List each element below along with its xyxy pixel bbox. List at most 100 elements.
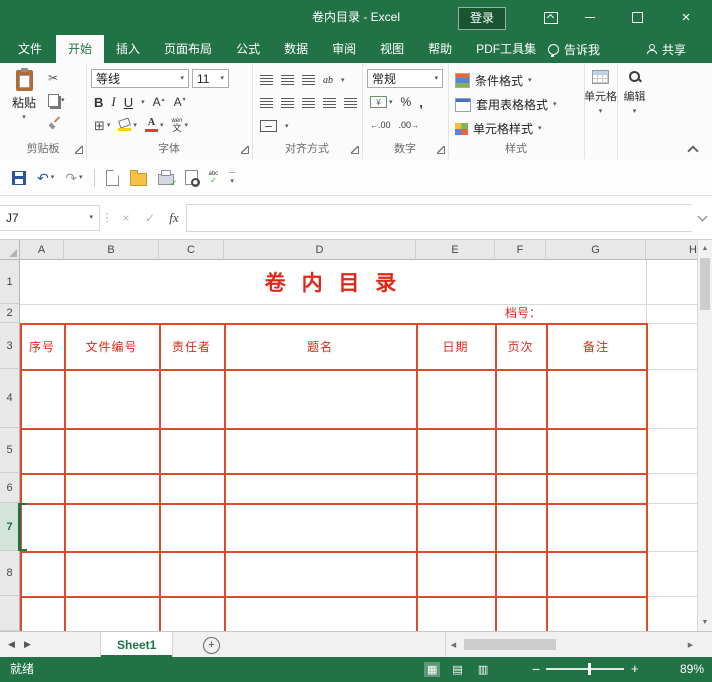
format-as-table-button[interactable]: 套用表格格式 ▾: [455, 95, 557, 114]
horizontal-scrollbar[interactable]: ◀ ▶: [445, 632, 698, 657]
table-header-cell[interactable]: 文件编号: [64, 323, 159, 369]
scroll-up-icon[interactable]: ▲: [698, 240, 712, 256]
vertical-scrollbar[interactable]: ▲ ▼: [697, 240, 712, 631]
expand-formula-bar-button[interactable]: [692, 205, 712, 231]
underline-button[interactable]: U: [124, 95, 133, 110]
document-title-cell[interactable]: 卷 内 目 录: [20, 260, 646, 304]
row-header-3[interactable]: 3: [0, 323, 20, 369]
cancel-button[interactable]: ×: [114, 205, 138, 231]
tab-insert[interactable]: 插入: [104, 35, 152, 63]
tab-data[interactable]: 数据: [272, 35, 320, 63]
row-header-4[interactable]: 4: [0, 369, 20, 428]
save-button[interactable]: [12, 170, 26, 185]
table-header-cell[interactable]: 题名: [224, 323, 416, 369]
phonetic-guide-button[interactable]: wén 文 ▾: [171, 118, 188, 133]
column-header-g[interactable]: G: [546, 240, 646, 260]
zoom-slider-thumb[interactable]: [588, 663, 591, 675]
new-document-button[interactable]: [105, 169, 119, 186]
file-number-cell[interactable]: 档号：: [495, 304, 646, 323]
vertical-scrollbar-thumb[interactable]: [700, 258, 710, 310]
decrease-indent-button[interactable]: [323, 98, 336, 108]
table-header-cell[interactable]: 责任者: [159, 323, 224, 369]
cells-button[interactable]: 单元格 ▾: [584, 70, 617, 115]
number-format-combo[interactable]: 常规 ▾: [367, 69, 443, 88]
tab-formulas[interactable]: 公式: [224, 35, 272, 63]
tab-page-layout[interactable]: 页面布局: [152, 35, 224, 63]
merge-center-icon[interactable]: [260, 120, 277, 132]
customize-qat-button[interactable]: — ▾: [229, 170, 235, 185]
table-header-cell[interactable]: 序号: [20, 323, 64, 369]
tab-view[interactable]: 视图: [368, 35, 416, 63]
row-header-2[interactable]: 2: [0, 304, 20, 323]
format-painter-button[interactable]: [48, 115, 61, 129]
sheet-tab-sheet1[interactable]: Sheet1: [100, 632, 174, 657]
print-preview-button[interactable]: [184, 170, 200, 187]
alignment-dialog-launcher-icon[interactable]: [351, 146, 359, 154]
scroll-right-icon[interactable]: ▶: [683, 632, 698, 657]
row-header-9[interactable]: [0, 596, 20, 631]
tell-me-button[interactable]: 告诉我: [548, 35, 600, 63]
ribbon-display-options-button[interactable]: [534, 0, 568, 35]
tab-pdf-tools[interactable]: PDF工具集: [464, 35, 548, 63]
zoom-level[interactable]: 89%: [680, 657, 704, 682]
decrease-decimal-button[interactable]: .00→: [399, 120, 420, 130]
collapse-ribbon-button[interactable]: [687, 144, 699, 157]
row-header-8[interactable]: 8: [0, 551, 20, 596]
normal-view-button[interactable]: ▦: [424, 662, 441, 677]
formula-input[interactable]: [186, 203, 692, 232]
column-header-b[interactable]: B: [64, 240, 159, 260]
table-header-cell[interactable]: 日期: [416, 323, 495, 369]
table-header-cell[interactable]: 备注: [546, 323, 646, 369]
tab-help[interactable]: 帮助: [416, 35, 464, 63]
tab-home[interactable]: 开始: [56, 35, 105, 63]
sign-in-button[interactable]: 登录: [458, 7, 506, 30]
clipboard-dialog-launcher-icon[interactable]: [75, 146, 83, 154]
italic-button[interactable]: I: [111, 94, 115, 110]
column-header-a[interactable]: A: [20, 240, 64, 260]
sheet-grid[interactable]: A B C D E F G H 1 2 3 4 5 6 7 8 卷 内 目 录 …: [0, 240, 697, 631]
row-header-5[interactable]: 5: [0, 428, 20, 473]
increase-indent-button[interactable]: [344, 98, 357, 108]
accounting-format-button[interactable]: ¥ ▾: [370, 95, 393, 109]
zoom-out-button[interactable]: −: [532, 657, 540, 682]
zoom-slider[interactable]: [546, 663, 624, 675]
comma-style-button[interactable]: ,: [419, 95, 423, 110]
sheet-nav-right-button[interactable]: ▶: [24, 632, 31, 657]
horizontal-scrollbar-thumb[interactable]: [464, 639, 556, 650]
enter-button[interactable]: ✓: [138, 205, 162, 231]
redo-button[interactable]: ↷ ▾: [65, 171, 82, 185]
align-center-button[interactable]: [281, 98, 294, 108]
spelling-button[interactable]: abc ✓: [209, 171, 219, 185]
insert-function-button[interactable]: fx: [162, 205, 186, 231]
quick-print-button[interactable]: ✓: [157, 170, 178, 188]
number-dialog-launcher-icon[interactable]: [437, 146, 445, 154]
column-header-d[interactable]: D: [224, 240, 416, 260]
increase-decimal-button[interactable]: ←.00: [370, 120, 391, 130]
align-top-button[interactable]: [260, 75, 273, 85]
align-bottom-button[interactable]: [302, 75, 315, 85]
percent-style-button[interactable]: %: [401, 95, 412, 109]
align-right-button[interactable]: [302, 98, 315, 108]
close-button[interactable]: ×: [664, 0, 708, 35]
sheet-nav-left-button[interactable]: ◀: [8, 632, 15, 657]
borders-button[interactable]: ⊞ ▾: [94, 118, 110, 132]
page-layout-view-button[interactable]: ▤: [449, 662, 465, 677]
paste-button[interactable]: 粘贴 ▾: [5, 68, 43, 140]
align-middle-button[interactable]: [281, 75, 294, 85]
maximize-button[interactable]: [615, 0, 659, 35]
row-header-1[interactable]: 1: [0, 260, 20, 304]
column-header-f[interactable]: F: [495, 240, 546, 260]
font-color-button[interactable]: A ▾: [144, 118, 163, 132]
row-header-7[interactable]: 7: [0, 503, 20, 551]
cell-styles-button[interactable]: 单元格样式 ▾: [455, 119, 542, 138]
name-box[interactable]: J7 ▾: [0, 204, 100, 231]
conditional-formatting-button[interactable]: 条件格式 ▾: [455, 71, 532, 90]
decrease-font-size-button[interactable]: A▼: [174, 95, 187, 109]
orientation-button[interactable]: ab: [323, 75, 333, 86]
column-header-e[interactable]: E: [416, 240, 495, 260]
select-all-button[interactable]: [0, 240, 20, 260]
increase-font-size-button[interactable]: A▲: [153, 95, 166, 109]
font-size-combo[interactable]: 11 ▾: [192, 69, 229, 88]
fill-color-button[interactable]: ▾: [118, 117, 137, 132]
formula-bar-drag-handle[interactable]: ⋮: [100, 211, 114, 224]
